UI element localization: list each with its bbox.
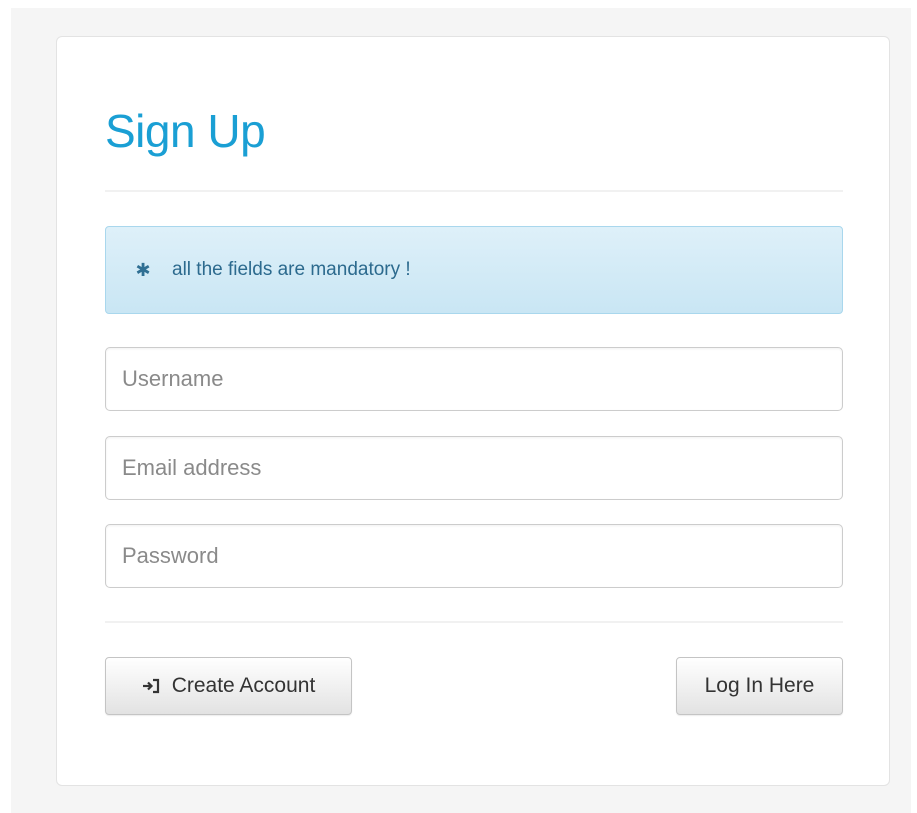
- form-divider: [105, 621, 843, 623]
- page-title: Sign Up: [105, 105, 266, 157]
- title-divider: [105, 190, 843, 192]
- sign-in-icon: [142, 678, 160, 694]
- create-account-button[interactable]: Create Account: [105, 657, 352, 715]
- log-in-label: Log In Here: [704, 674, 815, 697]
- asterisk-icon: ✱: [135, 259, 151, 280]
- email-input[interactable]: [105, 436, 843, 500]
- create-account-label: Create Account: [171, 674, 316, 697]
- password-input[interactable]: [105, 524, 843, 588]
- username-input[interactable]: [105, 347, 843, 411]
- log-in-button[interactable]: Log In Here: [676, 657, 843, 715]
- alert-message: all the fields are mandatory !: [172, 259, 411, 280]
- signup-panel: Sign Up ✱ all the fields are mandatory !…: [56, 36, 890, 786]
- mandatory-fields-alert: ✱ all the fields are mandatory !: [105, 226, 843, 314]
